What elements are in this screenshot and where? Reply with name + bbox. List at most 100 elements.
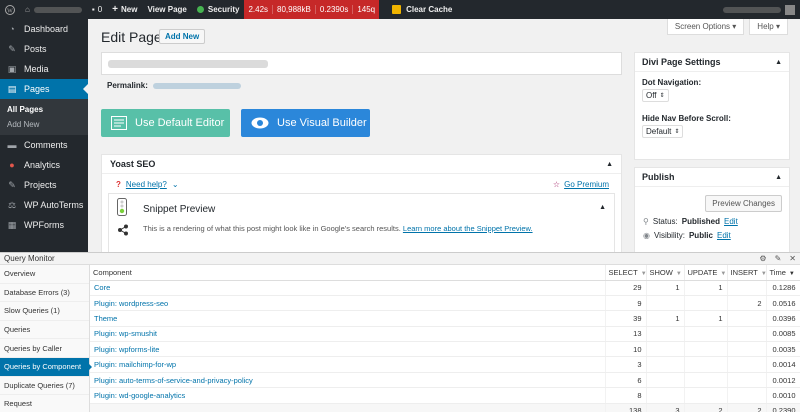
pin-icon: ⚲ — [643, 217, 649, 226]
collapse-arrow-icon[interactable]: ▲ — [606, 161, 613, 168]
go-premium-link[interactable]: Go Premium — [564, 180, 609, 189]
edit-status-link[interactable]: Edit — [724, 217, 738, 226]
qm-title: Query Monitor — [4, 254, 55, 263]
sidebar-item-analytics[interactable]: ● Analytics — [0, 155, 88, 175]
comments-icon: ▬ — [7, 140, 17, 150]
qm-page-time: 2.42s — [248, 5, 269, 14]
pin-icon[interactable]: ✎ — [775, 254, 782, 263]
snippet-learn-more-link[interactable]: Learn more about the Snippet Preview. — [403, 224, 533, 233]
status-dot-icon — [196, 6, 204, 13]
preview-changes-button[interactable]: Preview Changes — [705, 195, 782, 212]
query-monitor-stats[interactable]: 2.42s 80,988kB 0.2390s 145q — [244, 0, 380, 19]
col-header-time[interactable]: Time ▼ — [766, 265, 800, 281]
qm-nav-slow-queries[interactable]: Slow Queries (1) — [0, 302, 89, 321]
qm-nav-queries-by-caller[interactable]: Queries by Caller — [0, 339, 89, 358]
col-header-select[interactable]: SELECT ▼ — [605, 265, 647, 281]
status-row: ⚲ Status: Published Edit — [643, 217, 738, 226]
publish-title: Publish — [642, 172, 675, 182]
sidebar-item-label: Media — [24, 64, 49, 74]
collapse-arrow-icon[interactable]: ▲ — [775, 59, 782, 66]
table-row: Plugin: wp-smushit 13 0.0085 — [90, 326, 800, 343]
sidebar-item-dashboard[interactable]: ◔ Dashboard — [0, 19, 88, 39]
edit-visibility-link[interactable]: Edit — [717, 231, 731, 240]
visual-builder-label: Use Visual Builder — [277, 117, 367, 129]
hide-nav-select[interactable]: Default ⇕ — [642, 125, 684, 138]
question-icon: ? — [116, 180, 121, 189]
table-row: Plugin: auto-terms-of-service-and-privac… — [90, 372, 800, 389]
collapse-arrow-icon[interactable]: ▲ — [599, 204, 606, 211]
security-link[interactable]: Security — [192, 0, 245, 19]
col-header-show[interactable]: SHOW ▼ — [646, 265, 685, 281]
site-name-blurred — [33, 6, 82, 13]
post-title-input[interactable] — [101, 52, 622, 75]
default-editor-label: Use Default Editor — [135, 117, 225, 129]
chevron-down-icon[interactable]: ⌄ — [172, 180, 179, 189]
share-icon — [117, 224, 129, 239]
sidebar-item-label: Projects — [24, 180, 57, 190]
divi-settings-header[interactable]: Divi Page Settings ▲ — [635, 53, 789, 72]
sidebar-item-pages[interactable]: ▤ Pages — [0, 79, 88, 99]
submenu-add-new[interactable]: Add New — [0, 117, 88, 132]
col-header-update[interactable]: UPDATE ▼ — [684, 265, 728, 281]
gear-icon[interactable]: ⚙ — [759, 254, 766, 263]
use-default-editor-button[interactable]: Use Default Editor — [101, 109, 230, 137]
table-row: Plugin: wordpress-seo 9 2 0.0516 — [90, 295, 800, 312]
use-visual-builder-button[interactable]: Use Visual Builder — [241, 109, 370, 137]
qm-table-container: Component SELECT ▼ SHOW ▼ UPDATE ▼ INSERT ▼ … — [90, 265, 800, 412]
submenu-all-pages[interactable]: All Pages — [0, 102, 88, 117]
publish-box: Publish ▲ Preview Changes ⚲ Status: Publ… — [634, 167, 790, 254]
sidebar-item-projects[interactable]: ✎ Projects — [0, 175, 88, 195]
hide-nav-label: Hide Nav Before Scroll: — [642, 114, 731, 123]
sidebar-item-comments[interactable]: ▬ Comments — [0, 135, 88, 155]
site-name-link[interactable]: ⌂ — [20, 0, 87, 19]
qm-nav-database-errors[interactable]: Database Errors (3) — [0, 284, 89, 303]
need-help-link[interactable]: Need help? — [126, 180, 167, 189]
snippet-preview-title: Snippet Preview — [143, 204, 216, 215]
pin-icon: ✎ — [8, 179, 16, 190]
table-totals-row: 138 3 2 2 0.2390 — [90, 402, 800, 412]
sidebar-item-media[interactable]: ▣ Media — [0, 59, 88, 79]
qm-nav-overview[interactable]: Overview — [0, 265, 89, 284]
qm-nav-duplicate-queries[interactable]: Duplicate Queries (7) — [0, 377, 89, 396]
col-header-component[interactable]: Component — [90, 265, 606, 281]
query-monitor-panel: Query Monitor ⚙ ✎ ✕ Overview Database Er… — [0, 252, 800, 412]
qm-nav-queries-by-component[interactable]: Queries by Component — [0, 357, 92, 377]
clear-cache-label: Clear Cache — [406, 5, 453, 14]
comments-link[interactable]: ▪ 0 — [87, 0, 107, 19]
col-header-insert[interactable]: INSERT ▼ — [727, 265, 767, 281]
publish-header[interactable]: Publish ▲ — [635, 168, 789, 187]
visibility-row: ◉ Visibility: Public Edit — [643, 231, 731, 240]
wp-logo-icon[interactable]: W — [0, 0, 20, 19]
permalink-url-blurred[interactable] — [152, 82, 241, 89]
table-row: Plugin: mailchimp-for-wp 3 0.0014 — [90, 356, 800, 373]
qm-nav-queries[interactable]: Queries — [0, 321, 89, 340]
close-icon[interactable]: ✕ — [789, 254, 796, 263]
table-row: Plugin: wpforms-lite 10 0.0035 — [90, 341, 800, 358]
sidebar-item-posts[interactable]: ✎ Posts — [0, 39, 88, 59]
plus-icon: + — [112, 4, 118, 15]
autoterms-icon: ⚖ — [7, 199, 17, 210]
qm-titlebar: Query Monitor ⚙ ✎ ✕ — [0, 253, 800, 265]
view-page-link[interactable]: View Page — [142, 0, 191, 19]
sidebar-item-wp-autoterms[interactable]: ⚖ WP AutoTerms — [0, 195, 88, 215]
main-content: Screen Options ▾ Help ▾ Edit Page Add Ne… — [88, 19, 800, 254]
new-content-button[interactable]: + New — [107, 0, 142, 19]
clear-cache-link[interactable]: Clear Cache — [387, 0, 457, 19]
new-label: New — [120, 5, 138, 14]
permalink-label: Permalink: — [107, 81, 148, 90]
divi-page-settings-box: Divi Page Settings ▲ Dot Navigation: Off… — [634, 52, 790, 160]
sidebar-item-wpforms[interactable]: ▦ WPForms — [0, 215, 88, 235]
add-new-button[interactable]: Add New — [159, 29, 206, 44]
yoast-seo-metabox: Yoast SEO ▲ ? Need help? ⌄ ☆ Go Premium … — [101, 154, 622, 254]
comment-bubble-icon: ▪ — [91, 5, 95, 14]
qm-nav-request[interactable]: Request — [0, 395, 89, 412]
cache-icon — [392, 5, 402, 14]
help-button[interactable]: Help ▾ — [749, 19, 788, 35]
yoast-seo-header[interactable]: Yoast SEO ▲ — [102, 155, 621, 174]
user-account-menu[interactable] — [718, 0, 800, 19]
collapse-arrow-icon[interactable]: ▲ — [775, 174, 782, 181]
sidebar-item-label: Dashboard — [24, 24, 69, 34]
dot-navigation-select[interactable]: Off ⇕ — [642, 89, 669, 102]
screen-options-button[interactable]: Screen Options ▾ — [666, 19, 745, 35]
user-name-blurred — [723, 6, 781, 13]
